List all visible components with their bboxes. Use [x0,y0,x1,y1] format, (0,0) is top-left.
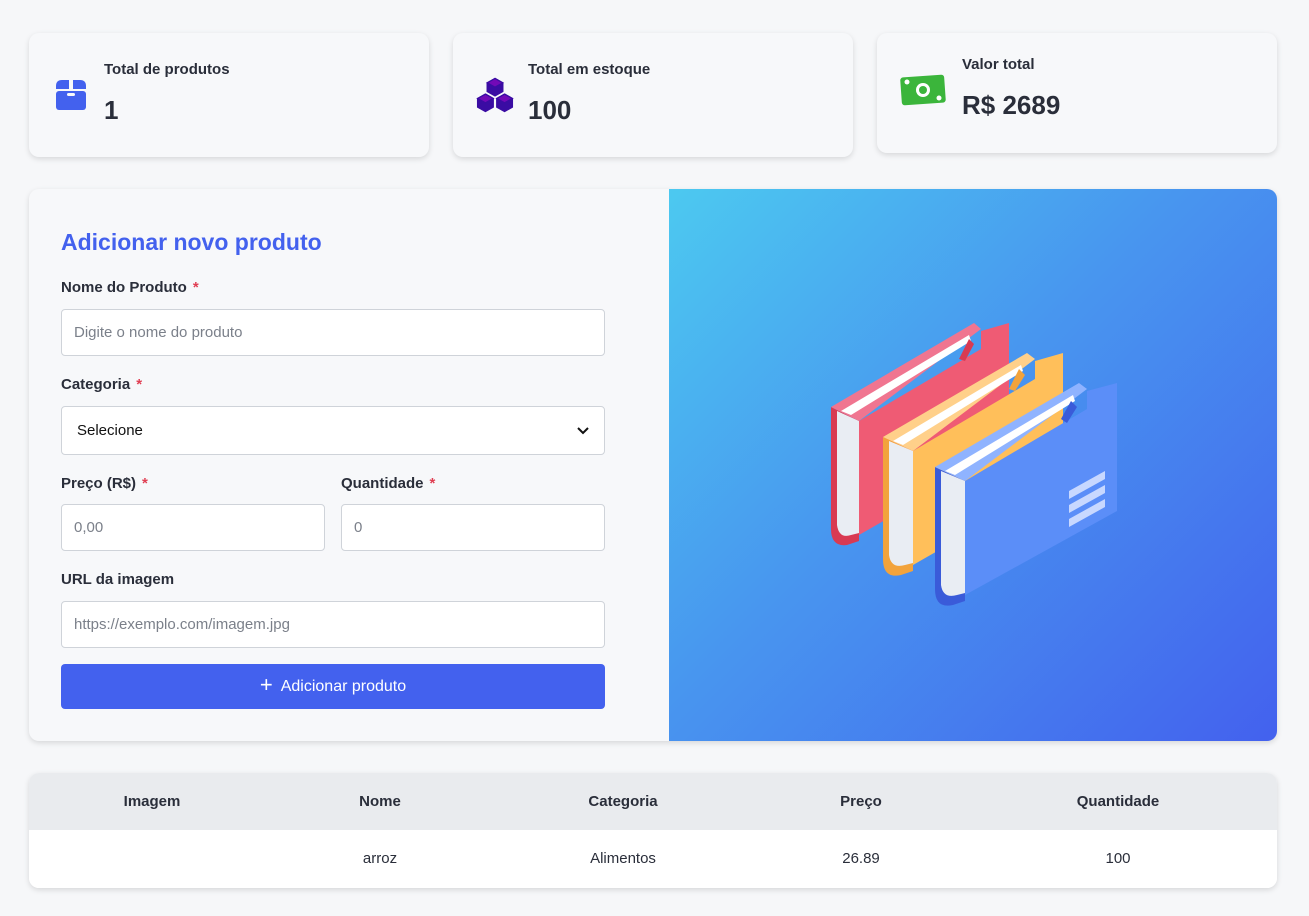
money-bill-icon [899,70,947,110]
required-mark: * [142,475,148,492]
quantity-label: Quantidade * [341,475,435,492]
price-input[interactable] [61,504,325,551]
cubes-icon [475,75,515,115]
cell-quantity: 100 [1105,850,1131,867]
add-product-form: Adicionar novo produto Nome do Produto * … [29,189,669,741]
table-row: arroz Alimentos 26.89 100 [29,830,1277,888]
plus-icon: + [259,672,273,697]
stat-value: 100 [528,95,572,125]
required-mark: * [429,475,436,492]
column-header-price: Preço [840,793,882,810]
product-name-label: Nome do Produto * [61,279,199,296]
quantity-input[interactable] [341,504,605,551]
price-label: Preço (R$) * [61,475,148,492]
add-product-panel: Adicionar novo produto Nome do Produto * … [29,189,1277,741]
stat-label: Valor total [962,56,1035,73]
cell-category: Alimentos [590,850,656,867]
chevron-down-icon [577,422,589,439]
column-header-category: Categoria [588,793,658,810]
products-table: Imagem Nome Categoria Preço Quantidade a… [29,773,1277,888]
stat-label: Total de produtos [104,61,230,78]
category-select[interactable]: Selecione [61,406,605,455]
table-header: Imagem Nome Categoria Preço Quantidade [29,773,1277,830]
column-header-name: Nome [359,793,401,810]
books-illustration [669,189,1277,741]
product-name-label-text: Nome do Produto [61,279,187,296]
stat-value: 1 [104,95,119,125]
quantity-label-text: Quantidade [341,475,424,492]
required-mark: * [136,376,143,393]
image-url-label: URL da imagem [61,571,174,588]
product-name-input[interactable] [61,309,605,356]
stat-value: R$ 2689 [962,90,1061,120]
stat-card-total-value: Valor total R$ 2689 [877,33,1277,153]
form-title: Adicionar novo produto [61,229,322,255]
column-header-image: Imagem [123,793,181,810]
image-url-label-text: URL da imagem [61,571,175,588]
image-url-input[interactable] [61,601,605,648]
cell-price: 26.89 [842,850,880,867]
stat-card-total-stock: Total em estoque 100 [453,33,853,157]
required-mark: * [192,279,199,296]
box-icon [51,75,91,115]
stat-card-total-products: Total de produtos 1 [29,33,429,157]
category-label: Categoria * [61,376,142,393]
cell-name: arroz [362,850,398,867]
category-label-text: Categoria [61,376,131,393]
add-product-button-label: Adicionar produto [280,677,407,695]
price-label-text: Preço (R$) [61,475,137,492]
add-product-button[interactable]: + Adicionar produto [61,664,605,709]
category-selected-value: Selecione [77,422,143,439]
stat-label: Total em estoque [528,61,651,78]
column-header-quantity: Quantidade [1076,793,1160,810]
